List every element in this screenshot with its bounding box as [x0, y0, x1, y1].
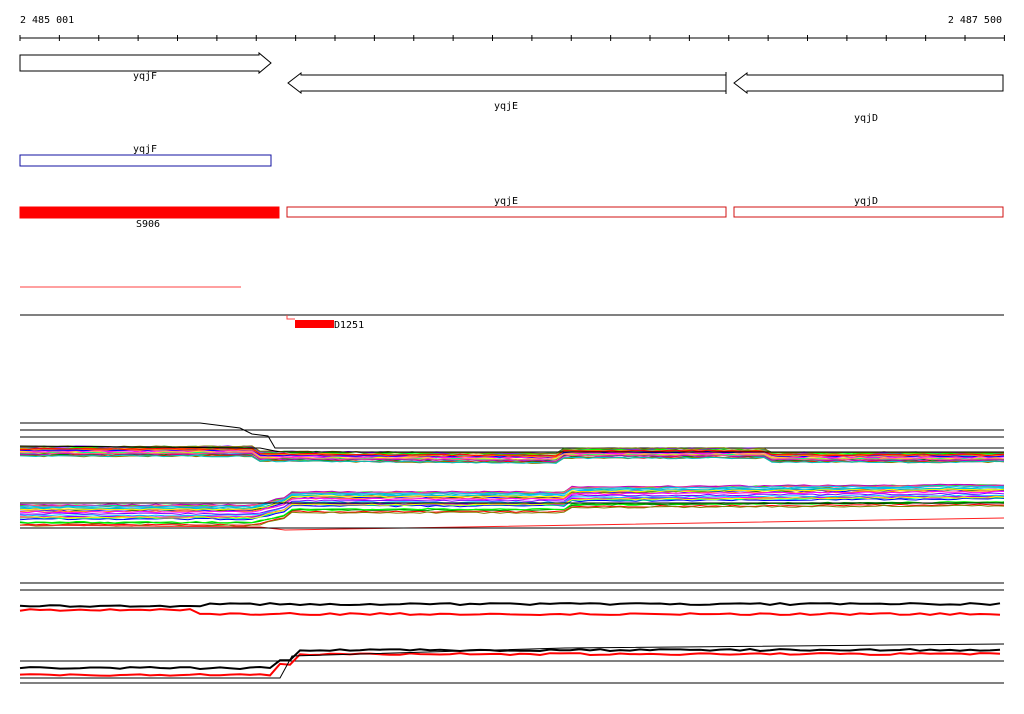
coordinate-ruler: 2 485 001 2 487 500: [19, 15, 1005, 41]
gene-yqjE-arrow-shape[interactable]: [287, 71, 727, 95]
feature-yqjE-label: yqjE: [494, 196, 518, 207]
gene-yqjD-arrow-label: yqjD: [854, 113, 878, 124]
genome-browser-view: 2 485 001 2 487 500 yqjF yqjE yqjD yqjF …: [19, 15, 1005, 684]
gene-yqjF-arrow[interactable]: yqjF: [19, 51, 272, 82]
profile-line: [20, 422, 1004, 449]
gene-yqjD-arrow-shape[interactable]: [733, 71, 1004, 95]
feature-yqjD-label: yqjD: [854, 196, 878, 207]
ruler-end-label: 2 487 500: [948, 15, 1002, 26]
feature-yqjE-box[interactable]: [286, 206, 727, 218]
segment-track: D1251: [20, 314, 1004, 331]
segment-D1251-label: D1251: [334, 320, 364, 331]
annotation-yqjF-label: yqjF: [133, 144, 157, 155]
summary-line: [19, 652, 1001, 677]
summary-line: [19, 602, 1001, 608]
summary-line: [19, 608, 1001, 617]
gene-arrow-track: yqjF yqjE yqjD: [19, 51, 1004, 124]
feature-yqjD-box[interactable]: [733, 206, 1004, 218]
gene-yqjF-arrow-shape[interactable]: [19, 51, 272, 75]
annotation-track: yqjF: [19, 144, 272, 167]
feature-S906-box[interactable]: [19, 206, 280, 219]
summary-line: [19, 647, 1001, 671]
gene-yqjD-arrow[interactable]: yqjD: [733, 71, 1004, 124]
expression-profile-lower: [19, 483, 1005, 531]
feature-S906-label: S906: [136, 219, 160, 230]
segment-step-marker: [286, 315, 295, 320]
gene-yqjE-arrow[interactable]: yqjE: [287, 71, 727, 112]
gene-yqjE-arrow-label: yqjE: [494, 101, 518, 112]
segment-D1251-box[interactable]: [295, 320, 334, 328]
annotation-yqjF-box[interactable]: [19, 154, 272, 167]
gene-yqjF-arrow-label: yqjF: [133, 71, 157, 82]
ruler-start-label: 2 485 001: [20, 15, 74, 26]
feature-track: S906 yqjE yqjD: [19, 196, 1004, 230]
expression-profile-upper: [19, 422, 1005, 464]
summary-profile-track: [19, 582, 1005, 684]
